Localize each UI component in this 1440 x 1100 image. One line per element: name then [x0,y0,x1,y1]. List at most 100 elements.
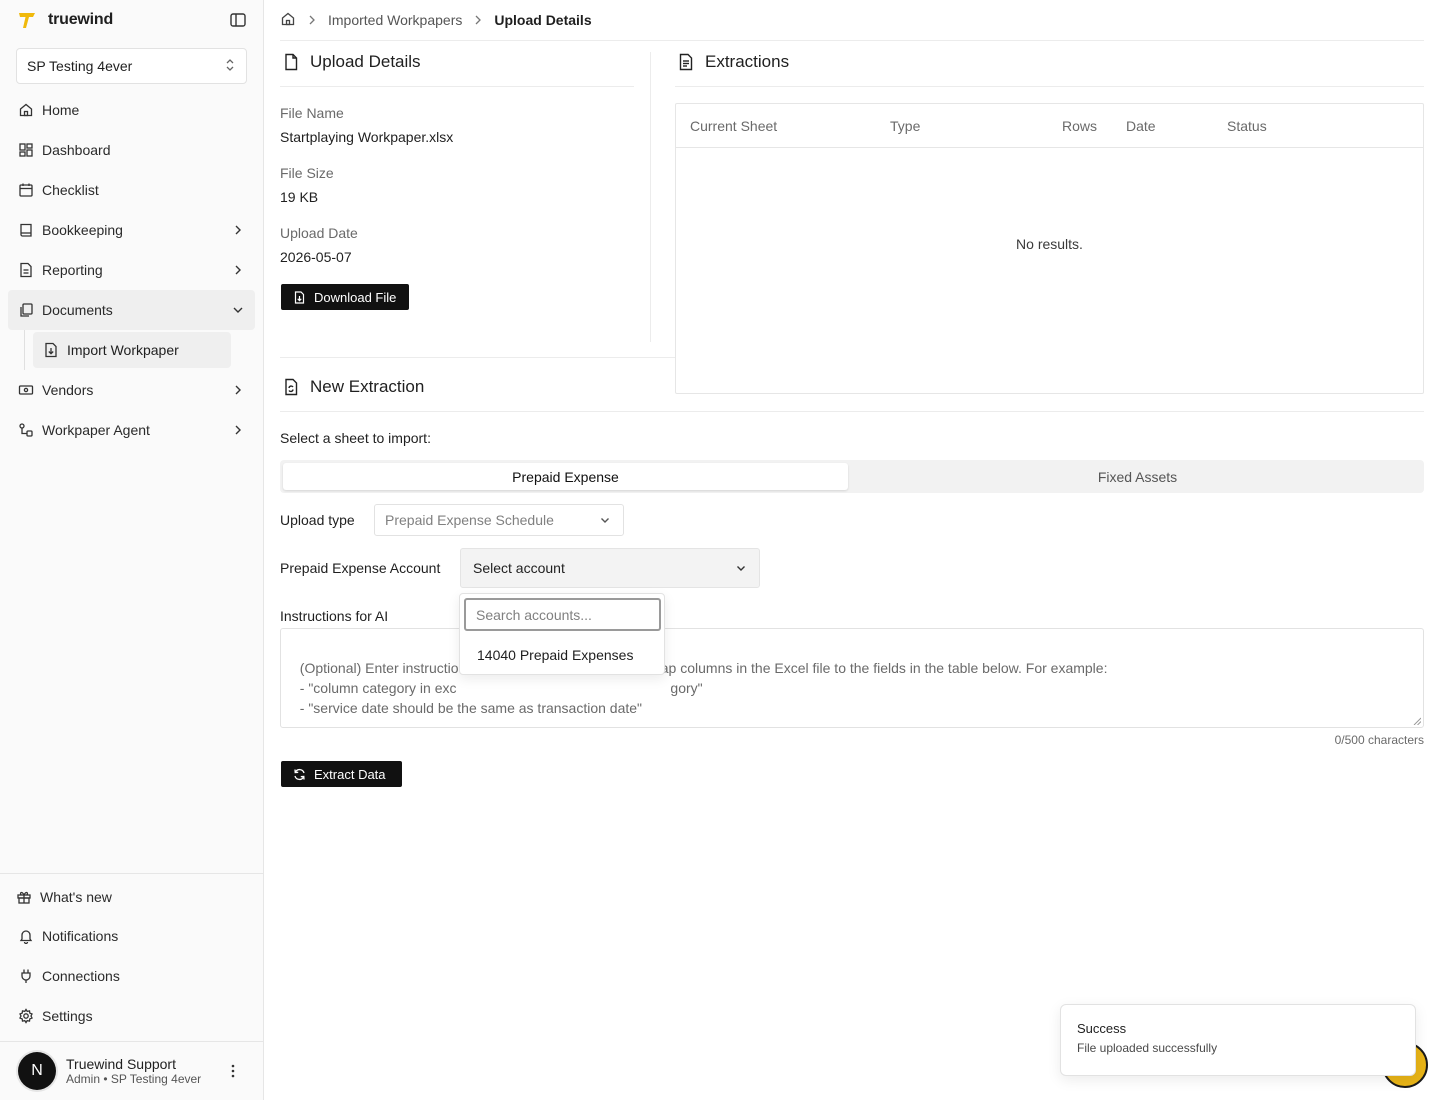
truewind-logo-icon [16,9,38,31]
divider [280,86,634,87]
nav-item-home[interactable]: Home [8,90,255,130]
prepaid-account-value: Select account [473,560,565,576]
extract-data-label: Extract Data [314,766,386,782]
home-icon[interactable] [280,11,296,30]
upload-details-title-text: Upload Details [310,52,421,71]
column-header-current-sheet[interactable]: Current Sheet [690,118,777,134]
nav-item-workpaper-agent[interactable]: Workpaper Agent [8,410,255,450]
connections-label: Connections [42,968,120,984]
breadcrumb-link-imported-workpapers[interactable]: Imported Workpapers [328,12,462,28]
column-header-type[interactable]: Type [890,118,920,134]
nav-item-dashboard[interactable]: Dashboard [8,130,255,170]
nav-item-bookkeeping[interactable]: Bookkeeping [8,210,255,250]
upload-type-value: Prepaid Expense Schedule [385,512,554,528]
prepaid-account-select[interactable]: Select account [460,548,760,588]
user-profile[interactable]: N Truewind Support Admin • SP Testing 4e… [0,1041,263,1100]
nav-item-vendors[interactable]: Vendors [8,370,255,410]
new-extraction-title: New Extraction [282,377,424,397]
book-icon [20,223,32,237]
account-option[interactable]: 14040 Prepaid Expenses [464,640,661,670]
avatar: N [18,1052,56,1090]
nav-item-reporting[interactable]: Reporting [8,250,255,290]
chevron-down-icon [233,307,243,313]
nav-item-documents[interactable]: Documents [8,290,255,330]
column-header-status[interactable]: Status [1227,118,1267,134]
notifications-label: Notifications [42,928,119,944]
bell-icon [19,930,33,944]
char-count: 0/500 characters [1334,733,1424,747]
divider [650,52,651,342]
more-vertical-icon[interactable] [225,1062,241,1080]
file-name-label: File Name [280,105,344,121]
gear-icon [19,1008,33,1024]
sidebar-bottom: What's new Notifications Connections Set… [0,873,263,1036]
file-size-value: 19 KB [280,189,319,205]
upload-type-label: Upload type [280,512,355,528]
account-search-placeholder: Search accounts... [476,606,592,623]
nav-item-checklist[interactable]: Checklist [8,170,255,210]
nav-item-label: Bookkeeping [42,222,123,238]
vendor-icon [18,385,34,395]
instructions-placeholder: (Optional) Enter instructio o map column… [299,660,1108,716]
chevron-right-icon [475,15,482,25]
file-sync-icon [285,378,298,396]
upload-details-title: Upload Details [282,52,421,72]
main-nav: Home Dashboard Checklist Bookkeeping Rep… [8,90,255,450]
refresh-icon [294,768,305,780]
documents-icon [20,303,33,317]
whats-new-link[interactable]: What's new [0,878,263,916]
organization-select[interactable]: SP Testing 4ever [16,48,247,84]
chevron-right-icon [235,425,241,435]
documents-submenu: Import Workpaper [24,330,255,370]
nav-subitem-label: Import Workpaper [67,342,179,358]
divider [280,40,1424,41]
instructions-label: Instructions for AI [280,608,389,624]
user-info: Truewind Support Admin • SP Testing 4eve… [66,1056,201,1086]
tab-prepaid-expense[interactable]: Prepaid Expense [283,463,848,490]
nav-subitem-import-workpaper[interactable]: Import Workpaper [33,332,231,368]
extractions-table: Current Sheet Type Rows Date Status No r… [675,103,1424,394]
brand-name: truewind [48,11,114,28]
instructions-textarea[interactable]: (Optional) Enter instructio o map column… [280,628,1424,728]
gift-icon [17,891,31,904]
download-file-button[interactable]: Download File [281,284,409,310]
whats-new-label: What's new [40,889,112,905]
settings-link[interactable]: Settings [0,996,263,1036]
tab-fixed-assets[interactable]: Fixed Assets [851,463,1424,490]
chevron-right-icon [235,385,241,395]
sheet-tabs: Prepaid Expense Fixed Assets [280,460,1424,493]
nav-item-label: Vendors [42,382,94,398]
success-toast: Success File uploaded successfully [1060,1004,1416,1076]
nav-item-label: Dashboard [42,142,111,158]
upload-type-select[interactable]: Prepaid Expense Schedule [374,504,624,536]
brand[interactable]: truewind [16,8,113,32]
chevron-right-icon [235,225,241,235]
breadcrumb-current: Upload Details [494,12,592,28]
home-icon [19,103,33,117]
chevron-right-icon [309,15,315,25]
file-download-icon [294,290,305,304]
report-icon [20,262,32,278]
file-import-icon [45,342,57,358]
prepaid-account-label: Prepaid Expense Account [280,560,441,576]
connections-link[interactable]: Connections [0,956,263,996]
column-header-rows[interactable]: Rows [1062,118,1097,134]
sidebar: truewind SP Testing 4ever Home Dashboard… [0,0,264,1100]
user-name: Truewind Support [66,1056,176,1072]
dashboard-icon [19,143,33,157]
table-header: Current Sheet Type Rows Date Status [676,104,1423,148]
notifications-link[interactable]: Notifications [0,916,263,956]
chevron-up-down-icon [224,58,236,75]
column-header-date[interactable]: Date [1126,118,1156,134]
settings-label: Settings [42,1008,93,1024]
account-dropdown: Search accounts... 14040 Prepaid Expense… [459,593,665,675]
divider [280,357,675,358]
download-file-label: Download File [314,289,397,305]
chevron-down-icon [737,566,745,571]
account-search-input[interactable]: Search accounts... [464,598,661,631]
resize-handle-icon[interactable] [1413,717,1421,725]
extract-data-button[interactable]: Extract Data [281,761,402,787]
organization-select-value: SP Testing 4ever [27,58,133,74]
chevron-right-icon [235,265,241,275]
sidebar-toggle-icon[interactable] [229,11,247,29]
